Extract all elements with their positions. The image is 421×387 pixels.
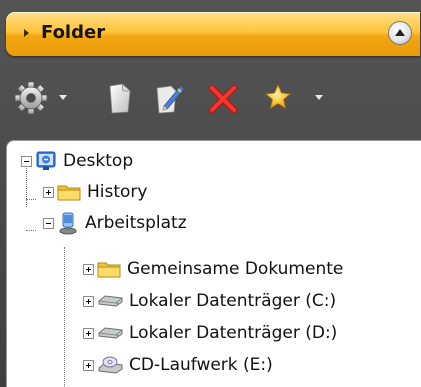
expand-toggle-icon[interactable] [83, 263, 94, 275]
edit-button[interactable] [152, 80, 186, 116]
computer-icon [59, 212, 77, 235]
expand-toggle-icon[interactable] [83, 327, 94, 339]
collapse-button[interactable] [388, 21, 412, 45]
drive-icon [98, 327, 123, 339]
tree-node-label: Lokaler Datenträger (C:) [129, 291, 337, 311]
favorites-button[interactable] [262, 80, 330, 116]
tree-node-label: Gemeinsame Dokumente [127, 259, 344, 279]
drive-icon [98, 295, 123, 307]
collapse-toggle-icon[interactable] [21, 155, 32, 167]
collapse-toggle-icon[interactable] [43, 217, 54, 229]
tree-node-label: History [87, 182, 148, 202]
cd-drive-icon [98, 356, 123, 374]
panel-title: Folder [41, 22, 106, 43]
folder-tree[interactable]: Desktop History Arbeitsplatz Gemeinsame … [6, 140, 421, 387]
tree-node-drive-c[interactable]: Lokaler Datenträger (C:) [83, 286, 336, 316]
tree-node-arbeitsplatz[interactable]: Arbeitsplatz [43, 208, 187, 238]
expand-toggle-icon[interactable] [83, 295, 94, 307]
expand-toggle-icon[interactable] [43, 186, 54, 198]
chevron-up-icon [395, 29, 405, 36]
dropdown-arrow-icon [315, 95, 323, 100]
settings-button[interactable] [14, 80, 74, 116]
new-document-button[interactable] [104, 80, 134, 116]
document-icon [109, 83, 131, 114]
star-icon [265, 84, 323, 109]
header-arrow-icon [24, 29, 29, 37]
tree-node-history[interactable]: History [43, 177, 147, 207]
tree-node-drive-d[interactable]: Lokaler Datenträger (D:) [83, 318, 337, 348]
folder-panel: Folder Desktop History Arbeitsplatz Geme… [0, 0, 421, 387]
delete-x-icon [208, 84, 238, 114]
tree-node-gemeinsame-dokumente[interactable]: Gemeinsame Dokumente [83, 254, 343, 284]
expand-toggle-icon[interactable] [83, 359, 94, 371]
dropdown-arrow-icon [59, 95, 67, 100]
desktop-icon [36, 151, 56, 170]
folder-icon [57, 185, 81, 201]
tree-node-label: Lokaler Datenträger (D:) [129, 323, 338, 343]
tree-node-cd-drive-e[interactable]: CD-Laufwerk (E:) [83, 350, 273, 380]
tree-node-label: CD-Laufwerk (E:) [129, 355, 273, 375]
toolbar [0, 68, 421, 130]
folder-icon [97, 262, 121, 278]
panel-header[interactable]: Folder [6, 12, 420, 56]
tree-node-label: Desktop [63, 151, 134, 171]
delete-button[interactable] [206, 80, 240, 116]
edit-icon [156, 85, 185, 114]
gear-icon [14, 81, 67, 115]
tree-node-desktop[interactable]: Desktop [21, 146, 133, 176]
tree-node-label: Arbeitsplatz [85, 213, 187, 233]
